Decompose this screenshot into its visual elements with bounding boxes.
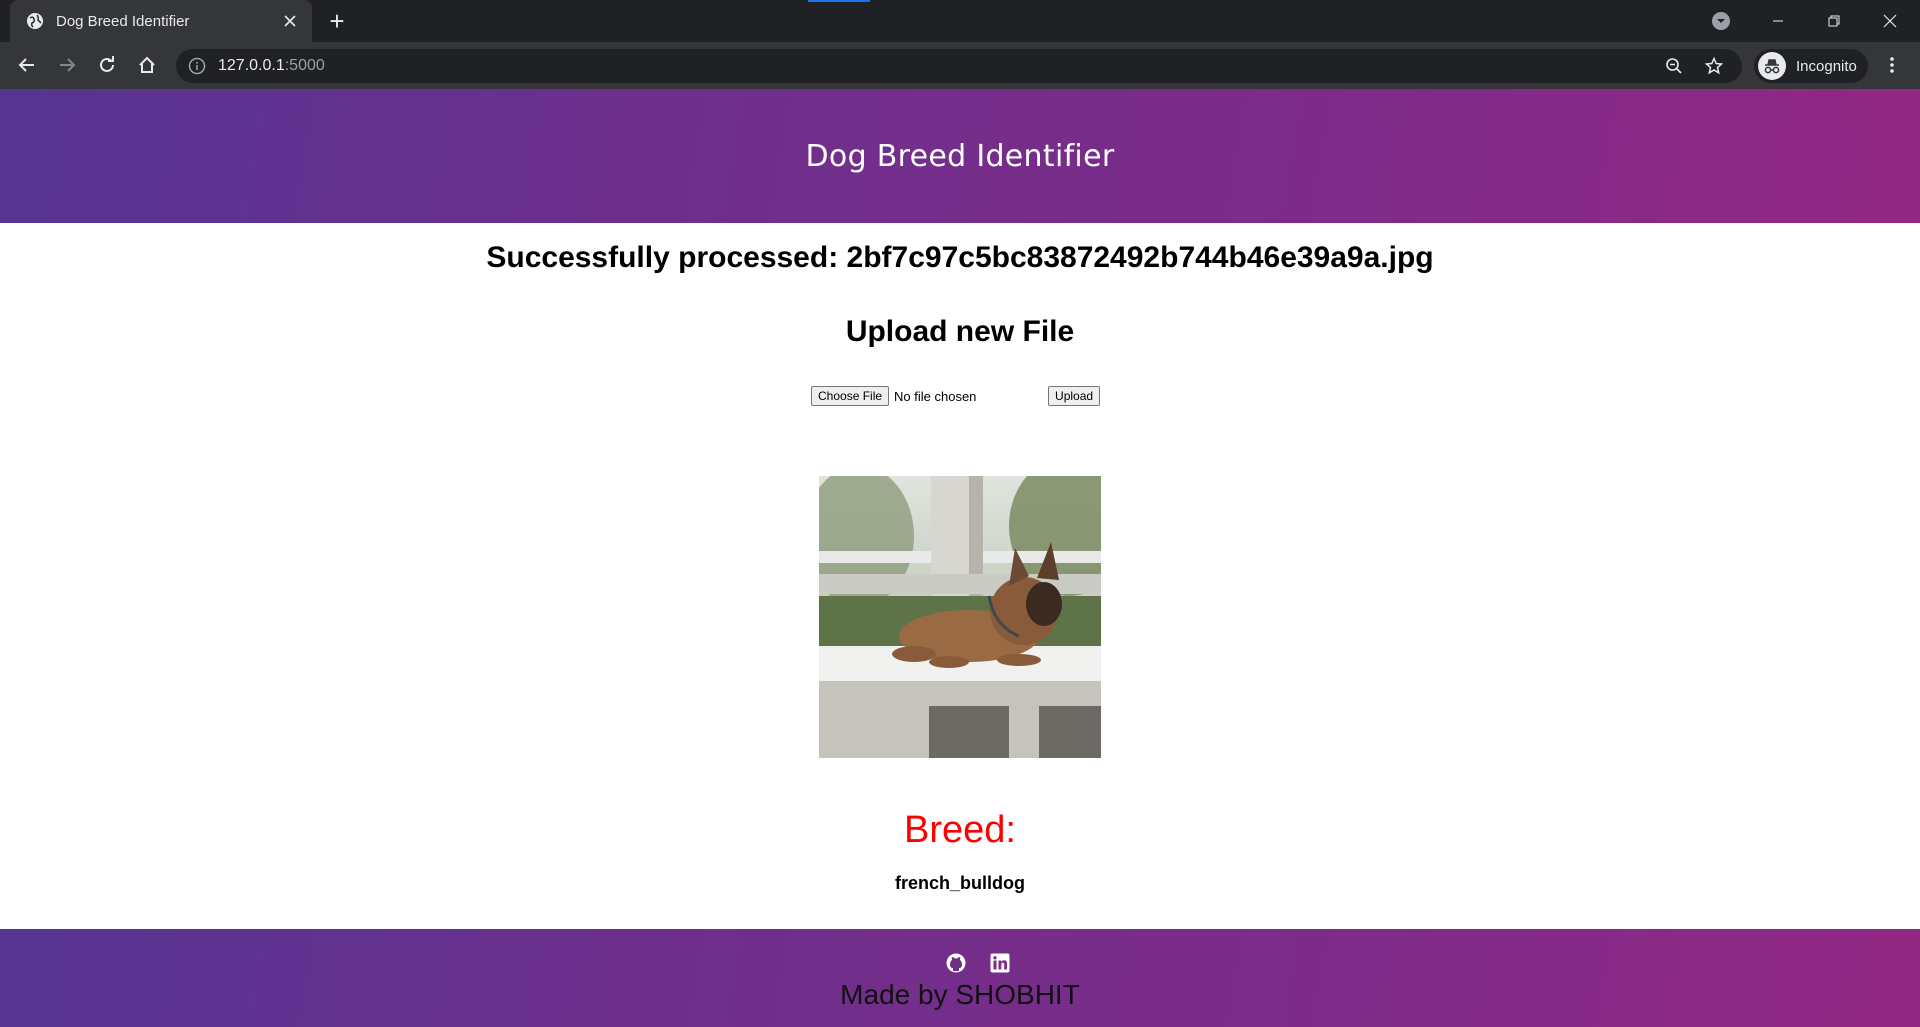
url-port: :5000 — [284, 57, 325, 74]
site-info-icon[interactable] — [188, 57, 206, 75]
incognito-icon — [1758, 52, 1786, 80]
profile-label: Incognito — [1796, 57, 1857, 75]
main-content: Successfully processed: 2bf7c97c5bc83872… — [0, 223, 1920, 929]
page-title: Dog Breed Identifier — [805, 138, 1115, 174]
breed-value: french_bulldog — [895, 873, 1025, 893]
upload-button[interactable]: Upload — [1048, 386, 1101, 406]
github-icon[interactable] — [946, 953, 966, 973]
url-text: 127.0.0.1:5000 — [218, 57, 1662, 75]
linkedin-icon[interactable] — [990, 953, 1010, 973]
incognito-profile-button[interactable]: Incognito — [1754, 49, 1868, 83]
more-menu-icon[interactable] — [1880, 53, 1904, 77]
window-close-button[interactable] — [1862, 0, 1918, 42]
globe-icon — [27, 13, 43, 29]
browser-toolbar: 127.0.0.1:5000 Incognito — [0, 42, 1920, 89]
social-icons — [946, 953, 1010, 975]
breed-label: Breed: — [904, 809, 1016, 851]
reload-icon[interactable] — [93, 51, 121, 79]
upload-form: Choose File No file chosen Upload — [811, 385, 1111, 407]
uploaded-dog-image — [819, 476, 1101, 758]
tab-close-icon[interactable] — [278, 9, 302, 33]
minimize-button[interactable] — [1750, 0, 1806, 42]
tab-drop-indicator — [808, 0, 870, 2]
home-icon[interactable] — [133, 51, 161, 79]
file-status-text: No file chosen — [894, 388, 977, 404]
page-footer: Made by SHOBHIT — [0, 929, 1920, 1027]
tab-title: Dog Breed Identifier — [56, 12, 190, 30]
dog-photo-illustration — [819, 476, 1101, 758]
new-tab-button[interactable]: + — [325, 8, 349, 34]
bookmark-star-icon[interactable] — [1702, 54, 1726, 78]
address-bar[interactable]: 127.0.0.1:5000 — [176, 49, 1742, 83]
page-header: Dog Breed Identifier — [0, 89, 1920, 223]
restore-button[interactable] — [1806, 0, 1862, 42]
upload-heading: Upload new File — [845, 315, 1075, 348]
footer-credit: Made by SHOBHIT — [840, 979, 1080, 1010]
browser-tab[interactable]: Dog Breed Identifier — [10, 0, 312, 42]
processed-message: Successfully processed: 2bf7c97c5bc83872… — [486, 241, 1434, 274]
tab-search-icon[interactable] — [1711, 11, 1731, 31]
browser-tabstrip: Dog Breed Identifier + — [0, 0, 1920, 42]
back-arrow-icon[interactable] — [13, 51, 41, 79]
choose-file-button[interactable]: Choose File — [811, 386, 890, 406]
forward-arrow-icon[interactable] — [53, 51, 81, 79]
zoom-out-icon[interactable] — [1662, 54, 1686, 78]
url-host: 127.0.0.1 — [218, 57, 285, 74]
